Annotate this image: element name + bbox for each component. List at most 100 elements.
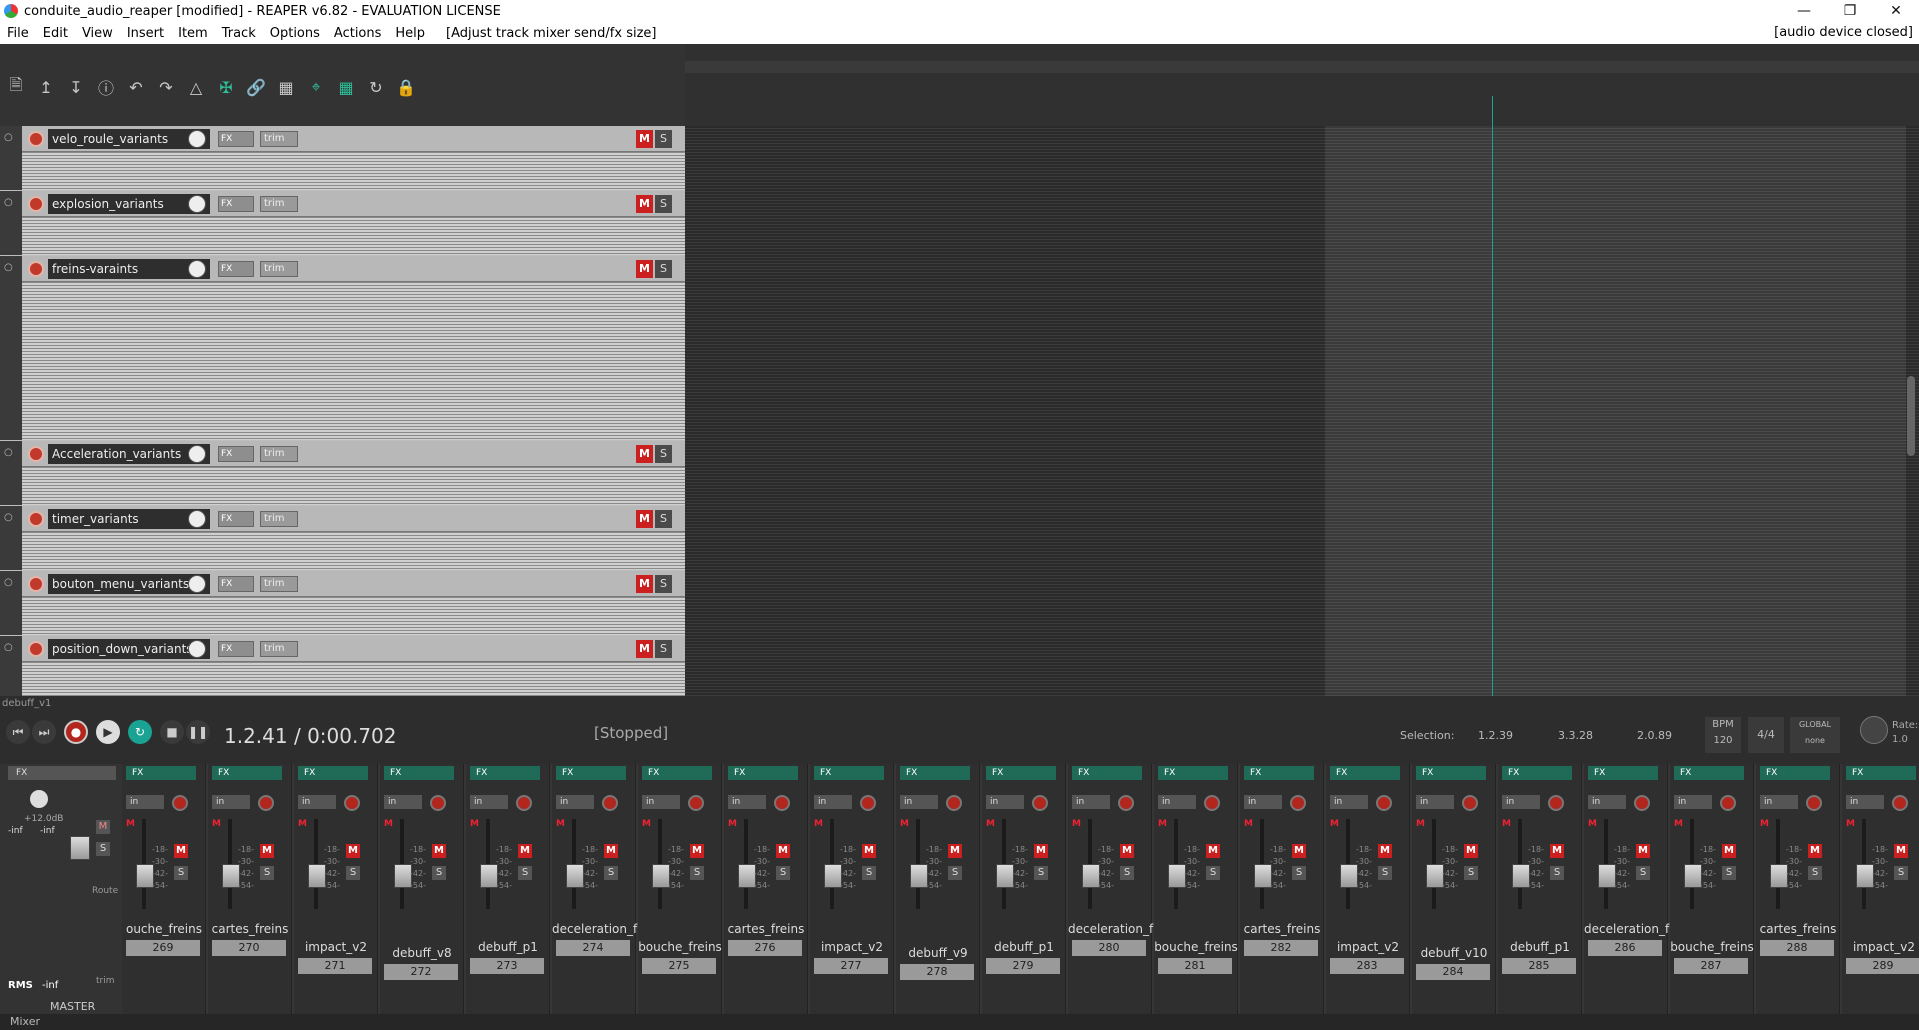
- strip-mute-button[interactable]: M: [260, 844, 274, 858]
- record-arm-icon[interactable]: [28, 196, 44, 212]
- strip-pan-knob[interactable]: [602, 795, 618, 811]
- solo-button[interactable]: S: [655, 260, 672, 278]
- time-display[interactable]: 1.2.41 / 0:00.702: [224, 724, 397, 748]
- solo-button[interactable]: S: [655, 445, 672, 463]
- mute-button[interactable]: M: [636, 445, 653, 463]
- strip-fx-button[interactable]: FX: [1502, 766, 1572, 780]
- record-arm-icon[interactable]: [28, 446, 44, 462]
- strip-solo-button[interactable]: S: [1292, 866, 1306, 880]
- strip-solo-button[interactable]: S: [1894, 866, 1908, 880]
- play-icon[interactable]: ▶: [96, 720, 120, 744]
- track-row[interactable]: ○ bouton_menu_variants FX trim M S: [0, 571, 685, 635]
- strip-fx-button[interactable]: FX: [384, 766, 454, 780]
- volume-knob[interactable]: [188, 640, 206, 658]
- strip-solo-button[interactable]: S: [1808, 866, 1822, 880]
- mixer-strip[interactable]: FX in M -18- -30- -42- -54- M Sdebuff_v9 278: [896, 764, 980, 1014]
- strip-fx-button[interactable]: FX: [556, 766, 626, 780]
- lock-icon[interactable]: 🔒: [394, 75, 418, 99]
- strip-fx-button[interactable]: FX: [1588, 766, 1658, 780]
- strip-pan-knob[interactable]: [430, 795, 446, 811]
- menu-view[interactable]: View: [75, 26, 120, 41]
- strip-pan-knob[interactable]: [1462, 795, 1478, 811]
- solo-button[interactable]: S: [655, 640, 672, 658]
- go-to-end-icon[interactable]: ⏭: [32, 720, 56, 744]
- trim-button[interactable]: trim: [260, 641, 298, 657]
- selection-start[interactable]: 1.2.39: [1478, 729, 1513, 742]
- mixer-strip[interactable]: FX in M -18- -30- -42- -54- M Scartes_freins 2…: [208, 764, 292, 1014]
- track-row[interactable]: ○ timer_variants FX trim M S: [0, 506, 685, 570]
- strip-input-button[interactable]: in: [814, 795, 852, 809]
- strip-pan-knob[interactable]: [774, 795, 790, 811]
- pause-icon[interactable]: ❚❚: [186, 720, 210, 744]
- strip-mute-button[interactable]: M: [1206, 844, 1220, 858]
- trim-button[interactable]: trim: [260, 576, 298, 592]
- strip-fx-button[interactable]: FX: [1072, 766, 1142, 780]
- new-project-icon[interactable]: 🗎: [4, 75, 28, 99]
- bpm-box[interactable]: BPM 120: [1705, 717, 1741, 753]
- fx-button[interactable]: FX: [218, 261, 254, 277]
- track-header[interactable]: velo_roule_variants FX trim M S: [22, 126, 685, 152]
- strip-pan-knob[interactable]: [860, 795, 876, 811]
- strip-input-button[interactable]: in: [212, 795, 250, 809]
- snap-icon[interactable]: ⌖: [304, 75, 328, 99]
- strip-fx-button[interactable]: FX: [900, 766, 970, 780]
- menu-insert[interactable]: Insert: [120, 26, 171, 41]
- track-row[interactable]: ○ position_down_variants FX trim M S: [0, 636, 685, 696]
- strip-mute-button[interactable]: M: [1292, 844, 1306, 858]
- fx-button[interactable]: FX: [218, 131, 254, 147]
- strip-fx-button[interactable]: FX: [212, 766, 282, 780]
- time-signature[interactable]: 4/4: [1748, 717, 1784, 753]
- strip-input-button[interactable]: in: [1502, 795, 1540, 809]
- strip-fx-button[interactable]: FX: [1674, 766, 1744, 780]
- menu-file[interactable]: File: [0, 26, 36, 41]
- mixer-strip[interactable]: FX in M -18- -30- -42- -54- M Sdebuff_p1 285: [1498, 764, 1582, 1014]
- grid-icon[interactable]: ▦: [274, 75, 298, 99]
- solo-button[interactable]: S: [655, 130, 672, 148]
- strip-input-button[interactable]: in: [384, 795, 422, 809]
- record-arm-icon[interactable]: [28, 261, 44, 277]
- record-arm-icon[interactable]: [28, 131, 44, 147]
- mixer-strip[interactable]: FX in M -18- -30- -42- -54- M Simpact_v2 271: [294, 764, 378, 1014]
- strip-input-button[interactable]: in: [126, 795, 164, 809]
- mixer-strip[interactable]: FX in M -18- -30- -42- -54- M Scartes_freins 2…: [724, 764, 808, 1014]
- strip-solo-button[interactable]: S: [1206, 866, 1220, 880]
- strip-mute-button[interactable]: M: [1636, 844, 1650, 858]
- strip-solo-button[interactable]: S: [1120, 866, 1134, 880]
- solo-button[interactable]: S: [655, 195, 672, 213]
- open-project-icon[interactable]: ↥: [34, 75, 58, 99]
- strip-input-button[interactable]: in: [1760, 795, 1798, 809]
- redo-icon[interactable]: ↷: [154, 75, 178, 99]
- strip-solo-button[interactable]: S: [260, 866, 274, 880]
- timeline-ruler[interactable]: [685, 44, 1919, 126]
- strip-input-button[interactable]: in: [900, 795, 938, 809]
- strip-mute-button[interactable]: M: [690, 844, 704, 858]
- strip-pan-knob[interactable]: [344, 795, 360, 811]
- volume-knob[interactable]: [188, 445, 206, 463]
- strip-input-button[interactable]: in: [1588, 795, 1626, 809]
- record-arm-icon[interactable]: [28, 641, 44, 657]
- strip-pan-knob[interactable]: [1720, 795, 1736, 811]
- track-row[interactable]: ○ velo_roule_variants FX trim M S: [0, 126, 685, 190]
- restore-icon[interactable]: ❐: [1827, 0, 1873, 22]
- mixer-strip[interactable]: FX in M -18- -30- -42- -54- M Sdebuff_p1 279: [982, 764, 1066, 1014]
- strip-mute-button[interactable]: M: [1120, 844, 1134, 858]
- mixer-strip[interactable]: FX in M -18- -30- -42- -54- M Sdebuff_v10 284: [1412, 764, 1496, 1014]
- menu-options[interactable]: Options: [263, 26, 327, 41]
- volume-knob[interactable]: [188, 510, 206, 528]
- metronome-icon[interactable]: △: [184, 75, 208, 99]
- master-fx-button[interactable]: FX: [8, 766, 116, 780]
- strip-fx-button[interactable]: FX: [470, 766, 540, 780]
- track-header[interactable]: explosion_variants FX trim M S: [22, 191, 685, 217]
- strip-solo-button[interactable]: S: [862, 866, 876, 880]
- strip-pan-knob[interactable]: [1548, 795, 1564, 811]
- strip-solo-button[interactable]: S: [1034, 866, 1048, 880]
- strip-solo-button[interactable]: S: [1550, 866, 1564, 880]
- strip-pan-knob[interactable]: [1204, 795, 1220, 811]
- mixer-strip[interactable]: FX in M -18- -30- -42- -54- M Sbouche_freins 2…: [1670, 764, 1754, 1014]
- strip-solo-button[interactable]: S: [1464, 866, 1478, 880]
- mute-button[interactable]: M: [636, 640, 653, 658]
- undo-icon[interactable]: ↶: [124, 75, 148, 99]
- menu-track[interactable]: Track: [215, 26, 263, 41]
- strip-pan-knob[interactable]: [172, 795, 188, 811]
- volume-knob[interactable]: [188, 575, 206, 593]
